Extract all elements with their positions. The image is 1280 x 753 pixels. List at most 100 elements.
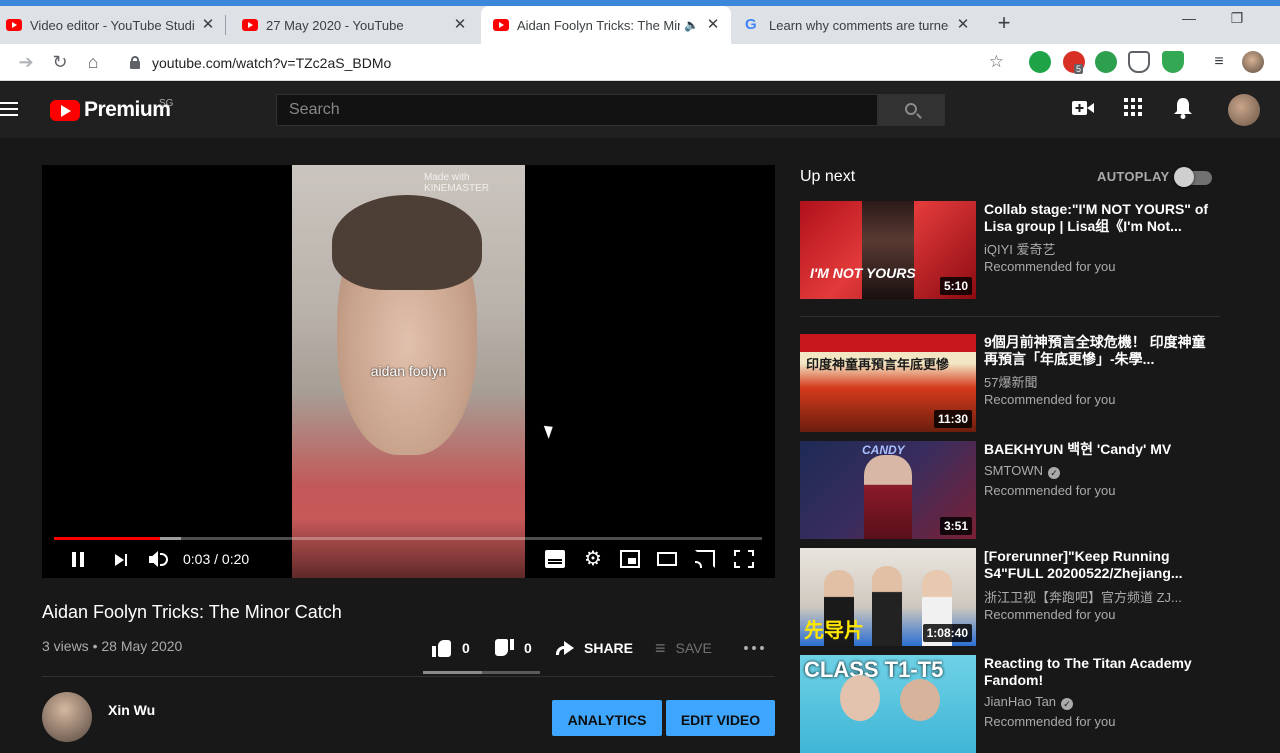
recommendation-thumbnail[interactable]: I'M NOT YOURS 5:10 [800,201,976,299]
recommendation-item[interactable]: CANDY 3:51 BAEKHYUN 백현 'Candy' MV SMTOWN… [800,441,1220,539]
search-field[interactable] [276,94,878,126]
recommendation-title[interactable]: 9個月前神預言全球危機！ 印度神童再預言「年底更慘」-朱學... [984,334,1214,368]
url-text[interactable]: youtube.com/watch?v=TZc2aS_BDMo [152,55,391,71]
save-button[interactable]: ≡ SAVE [655,638,712,658]
recommendation-thumbnail[interactable]: 印度神童再預言年底更慘 11:30 [800,334,976,432]
recommendation-channel[interactable]: SMTOWN ✓ [984,463,1060,479]
video-duration: 3:51 [939,517,972,535]
verified-check-icon: ✓ [1047,467,1060,479]
search-input[interactable] [277,95,877,125]
back-arrow-icon[interactable]: ➔ [14,50,38,74]
evernote-extension-icon[interactable] [1029,51,1051,73]
autoplay-toggle-knob[interactable] [1174,167,1194,187]
theater-mode-icon[interactable] [657,552,677,566]
share-button[interactable]: SHARE [556,638,633,658]
video-watermark: Made with KINEMASTER [424,172,490,194]
edit-video-button[interactable]: EDIT VIDEO [666,700,775,736]
close-tab-icon[interactable]: ✕ [705,17,721,33]
reload-icon[interactable]: ↻ [48,50,72,74]
lock-icon[interactable] [130,56,140,69]
channel-name[interactable]: Xin Wu [108,702,155,718]
recommendation-reason: Recommended for you [984,483,1116,498]
recommendation-reason: Recommended for you [984,607,1116,622]
recommendation-thumbnail[interactable]: CLASS T1-T5 [800,655,976,753]
recommendation-item[interactable]: I'M NOT YOURS 5:10 Collab stage:"I'M NOT… [800,201,1220,299]
channel-label: JianHao Tan [984,694,1057,709]
close-tab-icon[interactable]: ✕ [452,17,468,33]
browser-toolbar: ➔ ↻ ⌂ youtube.com/watch?v=TZc2aS_BDMo ☆ [0,44,1280,81]
create-video-icon[interactable] [1071,98,1095,122]
grammar-extension-icon[interactable] [1095,51,1117,73]
profile-avatar[interactable] [1242,51,1264,73]
recommendation-item[interactable]: CLASS T1-T5 Reacting to The Titan Academ… [800,655,1220,753]
search-icon [905,103,917,115]
like-ratio-bar [423,671,540,674]
tab-youtube-studio[interactable]: Video editor - YouTube Studio ✕ [0,6,226,44]
close-tab-icon[interactable]: ✕ [955,17,971,33]
tab-current-video[interactable]: Aidan Foolyn Tricks: The Minor 🔈 ✕ [481,6,731,44]
tab-27-may-2020[interactable]: 27 May 2020 - YouTube ✕ [230,6,478,44]
next-video-icon[interactable] [114,547,130,571]
recommendation-channel[interactable]: 浙江卫视【奔跑吧】官方频道 ZJ... [984,587,1214,606]
video-player[interactable]: Made with KINEMASTER aidan foolyn 0:03 /… [42,165,775,578]
thumbnail-figure [900,679,940,721]
address-bar[interactable]: youtube.com/watch?v=TZc2aS_BDMo ☆ [118,48,1016,78]
recommendation-title[interactable]: [Forerunner]"Keep Running S4"FULL 202005… [984,548,1214,582]
recommendation-thumbnail[interactable]: 先导片 1:08:40 [800,548,976,646]
home-icon[interactable]: ⌂ [81,50,105,74]
youtube-logo-icon[interactable] [50,100,80,121]
close-tab-icon[interactable]: ✕ [200,17,216,33]
apps-grid-icon[interactable] [1121,98,1145,122]
account-avatar[interactable] [1228,94,1260,126]
vpn-extension-icon[interactable] [1162,51,1184,73]
recommendation-item[interactable]: 印度神童再預言年底更慘 11:30 9個月前神預言全球危機！ 印度神童再預言「年… [800,334,1220,432]
video-view-count-date: 3 views • 28 May 2020 [42,638,183,654]
analytics-button[interactable]: ANALYTICS [552,700,662,736]
recommendation-title[interactable]: Collab stage:"I'M NOT YOURS" of Lisa gro… [984,201,1214,235]
dislike-button[interactable]: 0 [494,638,532,658]
volume-icon[interactable] [148,547,170,571]
pocket-extension-icon[interactable] [1128,51,1150,73]
reading-list-icon[interactable]: ≡ [1208,51,1230,73]
recommendation-channel[interactable]: JianHao Tan ✓ [984,694,1074,710]
miniplayer-icon[interactable] [620,550,640,568]
info-divider [42,676,775,677]
pause-icon[interactable] [71,547,87,571]
recommendation-reason: Recommended for you [984,392,1116,407]
restore-window-icon[interactable]: ❐ [1214,10,1260,27]
share-label: SHARE [584,640,634,656]
adblock-count-badge: 5 [1074,64,1084,74]
save-label: SAVE [675,640,712,656]
speaker-icon[interactable]: 🔈 [684,18,699,32]
recommendation-channel[interactable]: 57爆新聞 [984,372,1037,391]
channel-avatar[interactable] [42,692,92,742]
recommendation-title[interactable]: BAEKHYUN 백현 'Candy' MV [984,441,1214,458]
subtitles-icon[interactable] [545,550,565,568]
more-actions-icon[interactable] [744,646,764,650]
cast-icon[interactable] [695,550,715,568]
progress-bar[interactable] [54,537,762,540]
recommendation-channel[interactable]: iQIYI 爱奇艺 [984,239,1056,258]
recommendation-reason: Recommended for you [984,259,1116,274]
settings-gear-icon[interactable]: ⚙ [583,549,603,569]
menu-icon[interactable] [0,102,18,116]
new-tab-button[interactable]: + [992,12,1016,36]
tab-comments-help[interactable]: G Learn why comments are turned ✕ [733,6,981,44]
region-code: SG [159,98,174,109]
volume-wave [160,553,168,566]
bookmark-star-icon[interactable]: ☆ [989,52,1004,72]
timecode: 0:03 / 0:20 [183,551,250,567]
minimize-window-icon[interactable]: — [1166,10,1212,26]
thumbnail-text: 印度神童再預言年底更慘 [806,357,950,372]
recommendation-thumbnail[interactable]: CANDY 3:51 [800,441,976,539]
share-arrow-icon [556,641,574,655]
thumbnail-text: 先导片 [804,620,864,642]
notifications-bell-icon[interactable] [1171,98,1195,122]
recommendation-title[interactable]: Reacting to The Titan Academy Fandom! [984,655,1214,689]
logo-wordmark[interactable]: Premium [84,98,171,122]
youtube-favicon-icon [242,19,258,31]
search-button[interactable] [878,94,945,126]
like-button[interactable]: 0 [432,638,470,658]
recommendation-item[interactable]: 先导片 1:08:40 [Forerunner]"Keep Running S4… [800,548,1220,646]
fullscreen-icon[interactable] [734,550,754,568]
